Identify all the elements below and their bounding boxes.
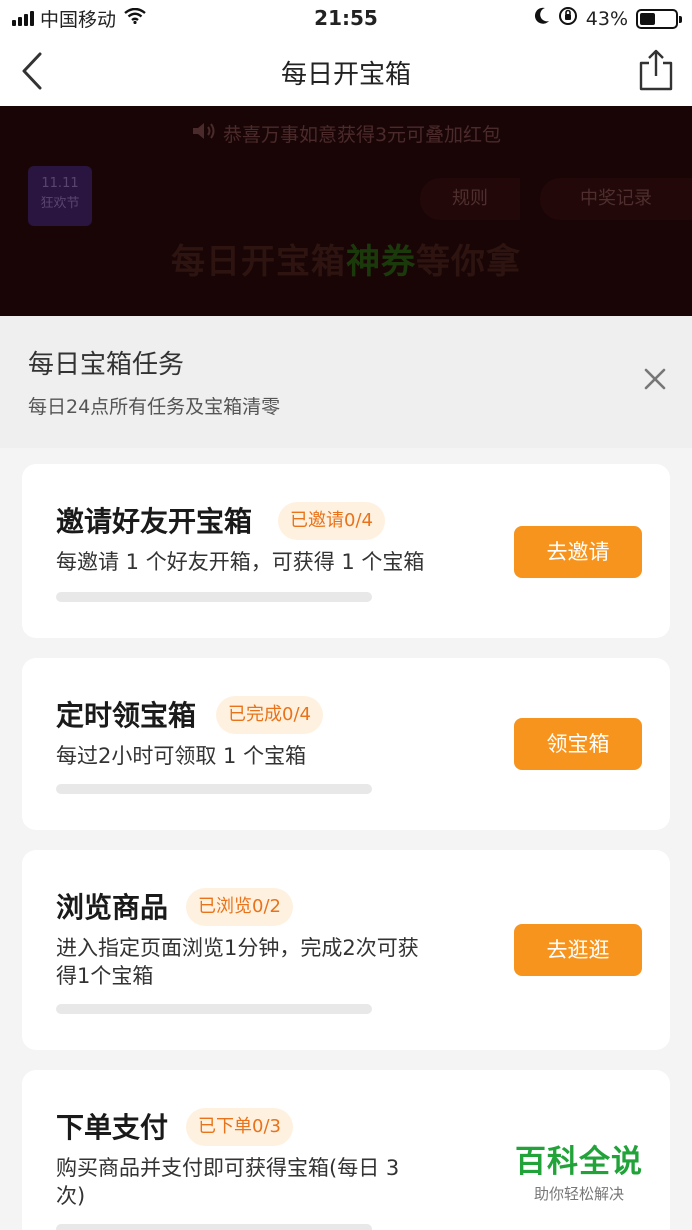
badge-line1: 11.11 <box>41 176 79 191</box>
event-banner: 恭喜万事如意获得3元可叠加红包 11.11 狂欢节 规则 中奖记录 每日开宝箱神… <box>0 106 692 316</box>
task-description-line2: 次) <box>56 1184 86 1208</box>
watermark-title: 百科全说 <box>515 1144 643 1180</box>
task-title: 下单支付 <box>56 1111 169 1144</box>
task-status-badge: 已完成0/4 <box>216 696 323 734</box>
task-description: 每邀请 1 个好友开箱，可获得 1 个宝箱 <box>56 550 425 574</box>
sheet-title: 每日宝箱任务 <box>28 350 185 380</box>
task-description: 进入指定页面浏览1分钟，完成2次可获 得1个宝箱 <box>56 934 419 990</box>
slogan-part-c: 等你拿 <box>416 242 521 282</box>
watermark-subtitle: 助你轻松解决 <box>533 1185 624 1203</box>
task-description: 购买商品并支付即可获得宝箱(每日 3 次) <box>56 1154 399 1210</box>
task-progress-bar <box>56 592 372 602</box>
speaker-icon <box>191 123 223 146</box>
task-progress-bar <box>56 784 372 794</box>
badge-line2: 狂欢节 <box>40 196 80 211</box>
task-card-timed: 定时领宝箱 已完成0/4 每过2小时可领取 1 个宝箱 领宝箱 <box>22 658 670 830</box>
watermark-logo: 百科全说 助你轻松解决 <box>514 1136 644 1204</box>
close-icon[interactable] <box>640 364 670 394</box>
task-title: 浏览商品 <box>56 891 169 924</box>
share-icon[interactable] <box>638 48 674 92</box>
slogan-part-a: 每日开宝箱 <box>171 242 346 282</box>
status-bar: 中国移动 21:55 43% <box>0 0 692 36</box>
task-description-line2: 得1个宝箱 <box>56 964 154 988</box>
task-description-line1: 进入指定页面浏览1分钟，完成2次可获 <box>56 936 419 960</box>
task-title: 邀请好友开宝箱 <box>56 505 253 538</box>
invite-button[interactable]: 去邀请 <box>514 526 642 578</box>
task-title: 定时领宝箱 <box>56 699 197 732</box>
task-progress-bar <box>56 1224 372 1230</box>
moon-icon <box>534 7 550 30</box>
orientation-lock-icon <box>558 6 578 31</box>
status-right: 43% <box>534 6 682 31</box>
rules-button[interactable]: 规则 <box>420 178 520 220</box>
task-description-line1: 购买商品并支付即可获得宝箱(每日 3 <box>56 1156 400 1180</box>
nav-bar: 每日开宝箱 <box>0 36 692 106</box>
double-11-badge: 11.11 狂欢节 <box>28 166 92 226</box>
slogan-part-b: 神券 <box>346 242 416 282</box>
sheet-subtitle: 每日24点所有任务及宝箱清零 <box>28 396 281 418</box>
notice-text: 恭喜万事如意获得3元可叠加红包 <box>222 124 502 146</box>
claim-chest-button[interactable]: 领宝箱 <box>514 718 642 770</box>
task-progress-bar <box>56 1004 372 1014</box>
browse-button[interactable]: 去逛逛 <box>514 924 642 976</box>
task-status-badge: 已浏览0/2 <box>186 888 293 926</box>
task-sheet-header: 每日宝箱任务 每日24点所有任务及宝箱清零 <box>0 316 692 448</box>
task-card-invite: 邀请好友开宝箱 已邀请0/4 每邀请 1 个好友开箱，可获得 1 个宝箱 去邀请 <box>22 464 670 638</box>
task-status-badge: 已邀请0/4 <box>278 502 385 540</box>
battery-icon <box>636 8 682 29</box>
page-title: 每日开宝箱 <box>280 60 411 90</box>
battery-level <box>640 12 655 25</box>
task-card-browse: 浏览商品 已浏览0/2 进入指定页面浏览1分钟，完成2次可获 得1个宝箱 去逛逛 <box>22 850 670 1050</box>
prize-records-button[interactable]: 中奖记录 <box>540 178 692 220</box>
task-status-badge: 已下单0/3 <box>186 1108 293 1146</box>
battery-percent: 43% <box>585 7 628 30</box>
task-description: 每过2小时可领取 1 个宝箱 <box>56 744 307 768</box>
winner-notice: 恭喜万事如意获得3元可叠加红包 <box>0 120 692 147</box>
task-list: 邀请好友开宝箱 已邀请0/4 每邀请 1 个好友开箱，可获得 1 个宝箱 去邀请… <box>0 448 692 1230</box>
banner-slogan: 每日开宝箱神券等你拿 <box>0 234 692 283</box>
